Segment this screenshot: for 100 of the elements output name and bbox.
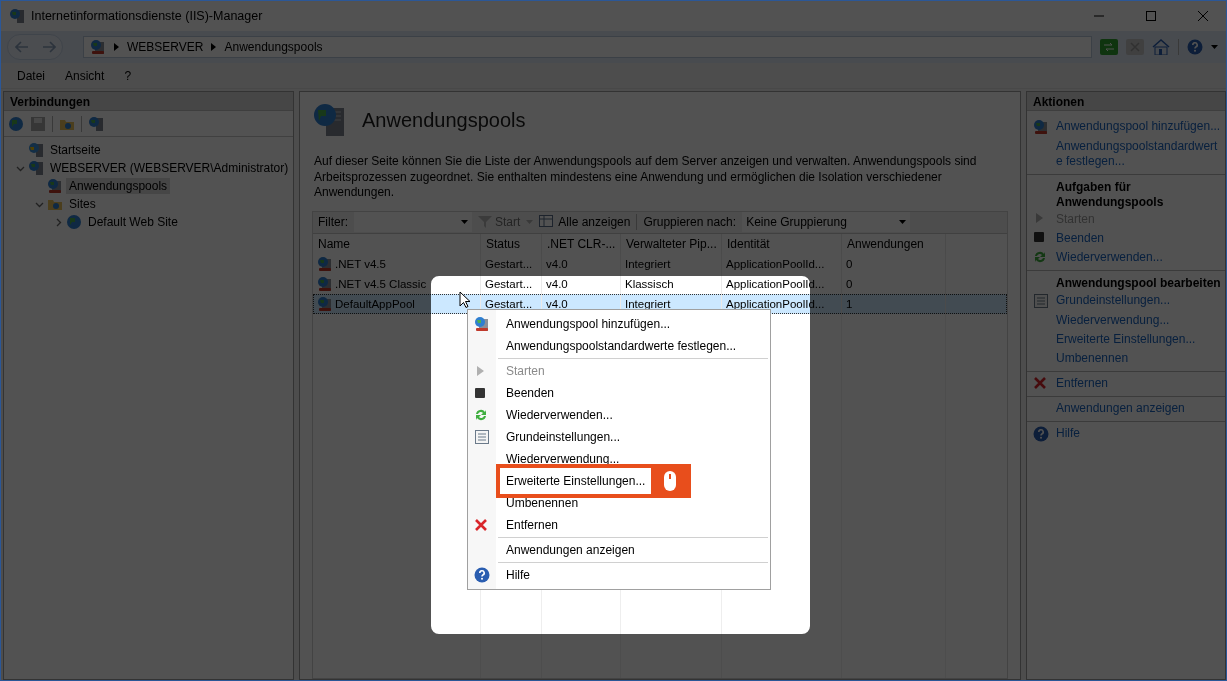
close-icon xyxy=(1033,376,1047,390)
table-cell: v4.0 xyxy=(546,257,568,270)
stop-icon xyxy=(474,387,486,399)
table-cell: Gestart... xyxy=(485,277,533,290)
play-icon xyxy=(474,365,486,377)
menu-item[interactable]: Anwendungspool hinzufügen... xyxy=(506,317,671,331)
form-icon xyxy=(474,429,490,445)
menu-item[interactable]: Grundeinstellungen... xyxy=(506,430,621,444)
server-globe-icon xyxy=(317,275,333,292)
action-link[interactable]: Hilfe xyxy=(1056,426,1222,441)
play-icon xyxy=(1033,212,1045,224)
show-all-button[interactable]: Alle anzeigen xyxy=(539,215,631,229)
server-globe-icon xyxy=(317,295,333,312)
panel-header: Aktionen xyxy=(1027,92,1225,111)
maximize-icon[interactable] xyxy=(1146,11,1156,21)
help-icon xyxy=(474,567,490,583)
menu-item[interactable]: Datei xyxy=(7,68,55,83)
stop-icon[interactable] xyxy=(1126,39,1144,55)
action-link[interactable]: Anwendungspoolstandardwerte festlegen... xyxy=(1056,139,1222,169)
table-cell: Integriert xyxy=(625,257,671,270)
table-cell: Klassisch xyxy=(625,277,674,290)
tree-item[interactable]: Startseite xyxy=(47,142,104,158)
save-icon[interactable] xyxy=(30,115,46,132)
menu-item[interactable]: Wiederverwenden... xyxy=(506,408,613,422)
caret-icon[interactable] xyxy=(461,220,468,224)
group-by-dropdown[interactable]: Keine Gruppierung xyxy=(742,212,911,232)
globe-icon xyxy=(66,214,82,230)
help-icon xyxy=(1033,426,1049,442)
server-globe-icon xyxy=(88,115,104,132)
breadcrumb[interactable]: WEBSERVER xyxy=(127,40,204,54)
pointer-icon xyxy=(459,291,471,309)
table-icon xyxy=(539,215,556,229)
action-link[interactable]: Wiederverwendung... xyxy=(1056,313,1222,328)
close-icon[interactable] xyxy=(1198,11,1208,21)
caret-icon[interactable] xyxy=(899,220,907,224)
filter-label: Filter: xyxy=(318,215,348,229)
action-link[interactable]: Entfernen xyxy=(1056,376,1222,391)
address-field[interactable]: WEBSERVER Anwendungspools xyxy=(83,36,1092,58)
server-globe-icon xyxy=(90,39,106,55)
mouse-icon xyxy=(663,470,678,492)
menu-item[interactable]: ? xyxy=(114,68,142,83)
action-link[interactable]: Umbenennen xyxy=(1056,351,1222,366)
caret-icon[interactable] xyxy=(1211,45,1218,49)
server-globe-icon xyxy=(9,8,25,24)
menu-item[interactable]: Anwendungen anzeigen xyxy=(506,543,635,557)
server-globe-icon xyxy=(474,316,490,332)
menu-item[interactable]: Beenden xyxy=(506,386,555,400)
table-cell: Gestart... xyxy=(485,257,533,270)
table-cell: DefaultAppPool xyxy=(335,297,415,310)
menu-item[interactable]: Wiederverwendung... xyxy=(506,452,620,466)
form-icon xyxy=(1033,293,1049,309)
table-cell: Gestart... xyxy=(485,297,533,310)
server-globe-icon xyxy=(28,160,44,176)
server-globe-icon xyxy=(1033,119,1049,135)
menu-item[interactable]: Hilfe xyxy=(506,568,530,582)
table-cell: .NET v4.5 Classic xyxy=(335,277,427,290)
group-by-label: Gruppieren nach: xyxy=(643,215,737,229)
server-globe-icon xyxy=(317,255,333,272)
chevron-right-icon[interactable] xyxy=(211,43,217,51)
table-cell: Integriert xyxy=(625,297,671,310)
action-link[interactable]: Beenden xyxy=(1056,231,1222,246)
action-link[interactable]: Grundeinstellungen... xyxy=(1056,293,1222,308)
menu-item[interactable]: Ansicht xyxy=(55,68,115,83)
recycle-icon xyxy=(474,408,488,422)
tree-item[interactable]: WEBSERVER (WEBSERVER\Administrator) xyxy=(47,160,292,176)
section-heading: Aufgaben für Anwendungspools xyxy=(1055,179,1165,210)
globe-icon xyxy=(8,115,24,132)
breadcrumb[interactable]: Anwendungspools xyxy=(224,40,323,54)
action-link[interactable]: Anwendungen anzeigen xyxy=(1056,401,1222,416)
tree-item[interactable]: Sites xyxy=(66,196,99,212)
chevron-right-icon[interactable] xyxy=(114,43,119,51)
help-icon xyxy=(1187,39,1203,55)
table-cell: 1 xyxy=(846,297,853,310)
stop-icon xyxy=(1033,231,1045,243)
tree-item[interactable]: Anwendungspools xyxy=(66,178,171,194)
server-globe-icon xyxy=(47,178,63,194)
table-cell: .NET v4.5 xyxy=(335,257,386,270)
table-cell: 0 xyxy=(846,257,853,270)
home-icon[interactable] xyxy=(1152,39,1170,55)
tree-item[interactable]: Default Web Site xyxy=(85,214,181,230)
action-link[interactable]: Anwendungspool hinzufügen... xyxy=(1056,119,1222,134)
table-cell: 0 xyxy=(846,277,853,290)
filter-field[interactable] xyxy=(354,212,472,232)
close-icon xyxy=(474,518,488,532)
recycle-icon xyxy=(1033,250,1047,264)
action-link[interactable]: Erweiterte Einstellungen... xyxy=(1056,332,1222,347)
menu-item[interactable]: Entfernen xyxy=(506,518,559,532)
menu-item[interactable]: Anwendungspoolstandardwerte festlegen... xyxy=(506,339,737,353)
table-cell: v4.0 xyxy=(546,277,568,290)
menu-item[interactable]: Erweiterte Einstellungen... xyxy=(500,468,652,494)
table-cell: v4.0 xyxy=(546,297,568,310)
back-arrow-icon[interactable] xyxy=(14,41,29,53)
forward-arrow-icon[interactable] xyxy=(41,41,56,53)
menu-item[interactable]: Umbenennen xyxy=(506,496,579,510)
refresh-icon[interactable] xyxy=(1100,39,1118,55)
section-heading: Anwendungspool bearbeiten xyxy=(1055,275,1222,291)
server-globe-icon xyxy=(28,142,44,158)
action-link[interactable]: Wiederverwenden... xyxy=(1056,250,1222,265)
page-title: Anwendungspools xyxy=(362,108,526,132)
window-title: Internetinformationsdienste (IIS)-Manager xyxy=(31,9,264,23)
